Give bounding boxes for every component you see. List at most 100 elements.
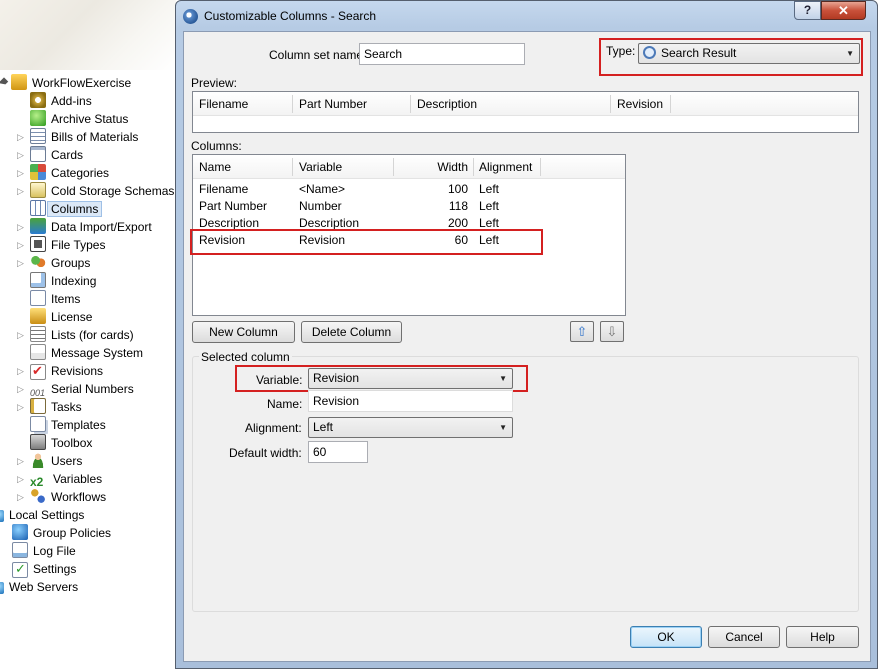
tree-item-label: Add-ins <box>51 94 92 108</box>
tree-item-categories[interactable]: ▷ Categories <box>17 164 109 182</box>
type-select[interactable]: Search Result ▼ <box>638 43 860 64</box>
ok-button[interactable]: OK <box>630 626 702 648</box>
columns-label: Columns: <box>191 139 242 153</box>
cancel-button[interactable]: Cancel <box>708 626 780 648</box>
dialog-title: Customizable Columns - Search <box>204 9 377 23</box>
expand-arrow-icon[interactable]: ▷ <box>17 146 27 164</box>
tree-web-servers[interactable]: Web Servers <box>0 578 78 596</box>
tree-item-toolbox[interactable]: Toolbox <box>30 434 92 452</box>
tree-item-add-ins[interactable]: Add-ins <box>30 92 92 110</box>
tree-item-label: Cards <box>51 148 84 162</box>
preview-header-cell[interactable]: Part Number <box>299 92 367 116</box>
expand-arrow-icon[interactable]: ▷ <box>17 488 27 506</box>
expand-arrow-icon[interactable]: ▷ <box>17 254 27 272</box>
columns-header-name[interactable]: Name <box>199 155 231 179</box>
tree-item-groups[interactable]: ▷ Groups <box>17 254 90 272</box>
expand-arrow-icon[interactable]: ▷ <box>17 236 27 254</box>
columns-row[interactable]: Description Description 200 Left <box>193 215 625 232</box>
tree-item-label: Group Policies <box>33 526 112 540</box>
columns-cell-name: Part Number <box>199 199 268 213</box>
expand-arrow-icon[interactable]: ▷ <box>17 128 27 146</box>
tree-item-archive-status[interactable]: Archive Status <box>30 110 128 128</box>
categories-icon <box>30 164 46 180</box>
delete-column-button[interactable]: Delete Column <box>301 321 402 343</box>
tree-item-label: Message System <box>51 346 144 360</box>
tree-item-group-policies[interactable]: Group Policies <box>12 524 111 542</box>
expand-arrow-icon[interactable]: ▷ <box>17 164 27 182</box>
move-up-icon[interactable]: ⇧ <box>570 321 594 342</box>
preview-header-cell[interactable]: Filename <box>199 92 248 116</box>
preview-header-cell[interactable]: Revision <box>617 92 663 116</box>
collapse-arrow-icon[interactable] <box>0 77 10 89</box>
tree-item-label: Columns <box>47 201 103 217</box>
help-title-button[interactable]: ? <box>794 1 821 20</box>
name-label: Name: <box>267 397 303 411</box>
title-bar[interactable]: Customizable Columns - Search ? ✕ <box>176 1 877 31</box>
expand-arrow-icon[interactable]: ▷ <box>17 380 27 398</box>
tree-item-variables[interactable]: ▷ x2 Variables <box>17 470 102 489</box>
columns-header-variable[interactable]: Variable <box>299 155 342 179</box>
default-width-label: Default width: <box>229 446 302 460</box>
gear-icon <box>30 92 46 108</box>
column-set-name-input[interactable]: Search <box>359 43 525 65</box>
variables-icon: x2 <box>30 475 44 489</box>
tree-item-file-types[interactable]: ▷ File Types <box>17 236 106 254</box>
tree-item-users[interactable]: ▷ Users <box>17 452 82 470</box>
tree-item-data-import-export[interactable]: ▷ Data Import/Export <box>17 218 152 236</box>
tree-item-bills-of-materials[interactable]: ▷ Bills of Materials <box>17 128 138 146</box>
tree-item-cold-storage-schemas[interactable]: ▷ Cold Storage Schemas <box>17 182 174 200</box>
header-divider <box>610 95 611 113</box>
tree-item-log-file[interactable]: Log File <box>12 542 76 560</box>
variable-select[interactable]: Revision ▼ <box>308 368 513 389</box>
tree-item-label: Indexing <box>51 274 97 288</box>
tree-item-items[interactable]: Items <box>30 290 80 308</box>
tree-item-license[interactable]: License <box>30 308 92 326</box>
admin-tree[interactable]: WorkFlowExercise Add-ins Archive Status ▷ Bi… <box>0 0 176 669</box>
header-divider <box>292 158 293 176</box>
columns-header-alignment[interactable]: Alignment <box>479 155 532 179</box>
columns-row[interactable]: Revision Revision 60 Left <box>193 232 625 249</box>
tree-item-columns[interactable]: Columns <box>30 200 103 218</box>
columns-row[interactable]: Filename <Name> 100 Left <box>193 181 625 198</box>
tree-item-message-system[interactable]: Message System <box>30 344 143 362</box>
columns-header-width[interactable]: Width <box>393 155 468 179</box>
columns-row[interactable]: Part Number Number 118 Left <box>193 198 625 215</box>
expand-arrow-icon[interactable]: ▷ <box>17 182 27 200</box>
expand-arrow-icon[interactable]: ▷ <box>17 452 27 470</box>
expand-arrow-icon[interactable]: ▷ <box>17 326 27 344</box>
move-down-icon[interactable]: ⇩ <box>600 321 624 342</box>
tree-item-cards[interactable]: ▷ Cards <box>17 146 84 164</box>
expand-arrow-icon[interactable]: ▷ <box>17 362 27 380</box>
tree-item-indexing[interactable]: Indexing <box>30 272 96 290</box>
groups-icon <box>30 254 46 270</box>
tree-local-settings[interactable]: Local Settings <box>0 506 84 524</box>
columns-grid[interactable]: Name Variable Width Alignment Filename <N… <box>192 154 626 316</box>
default-width-input[interactable]: 60 <box>308 441 368 463</box>
tree-item-revisions[interactable]: ▷ Revisions <box>17 362 103 380</box>
help-button[interactable]: Help <box>786 626 859 648</box>
columns-cell-alignment: Left <box>479 199 500 213</box>
tree-root-workflowexercise[interactable]: WorkFlowExercise <box>0 74 131 92</box>
tree-item-lists-for-cards[interactable]: ▷ Lists (for cards) <box>17 326 134 344</box>
tree-item-tasks[interactable]: ▷ Tasks <box>17 398 82 416</box>
name-input[interactable]: Revision <box>308 390 513 412</box>
alignment-select[interactable]: Left ▼ <box>308 417 513 438</box>
settings-icon <box>12 562 28 578</box>
expand-arrow-icon[interactable]: ▷ <box>17 470 27 488</box>
expand-arrow-icon[interactable]: ▷ <box>17 218 27 236</box>
column-set-name-label: Column set name: <box>269 48 367 62</box>
license-icon <box>30 308 46 324</box>
expand-arrow-icon[interactable]: ▷ <box>17 398 27 416</box>
tree-item-label: Archive Status <box>51 112 129 126</box>
new-column-button[interactable]: New Column <box>192 321 295 343</box>
tree-item-label: File Types <box>51 238 106 252</box>
alignment-select-value: Left <box>313 420 334 434</box>
preview-header-cell[interactable]: Description <box>417 92 477 116</box>
selected-column-label: Selected column <box>199 350 292 364</box>
tree-item-settings[interactable]: Settings <box>12 560 76 578</box>
status-icon <box>30 110 46 126</box>
tree-item-serial-numbers[interactable]: ▷ 001 Serial Numbers <box>17 380 134 398</box>
tree-item-templates[interactable]: Templates <box>30 416 106 434</box>
close-button[interactable]: ✕ <box>821 1 866 20</box>
tree-item-workflows[interactable]: ▷ Workflows <box>17 488 106 506</box>
